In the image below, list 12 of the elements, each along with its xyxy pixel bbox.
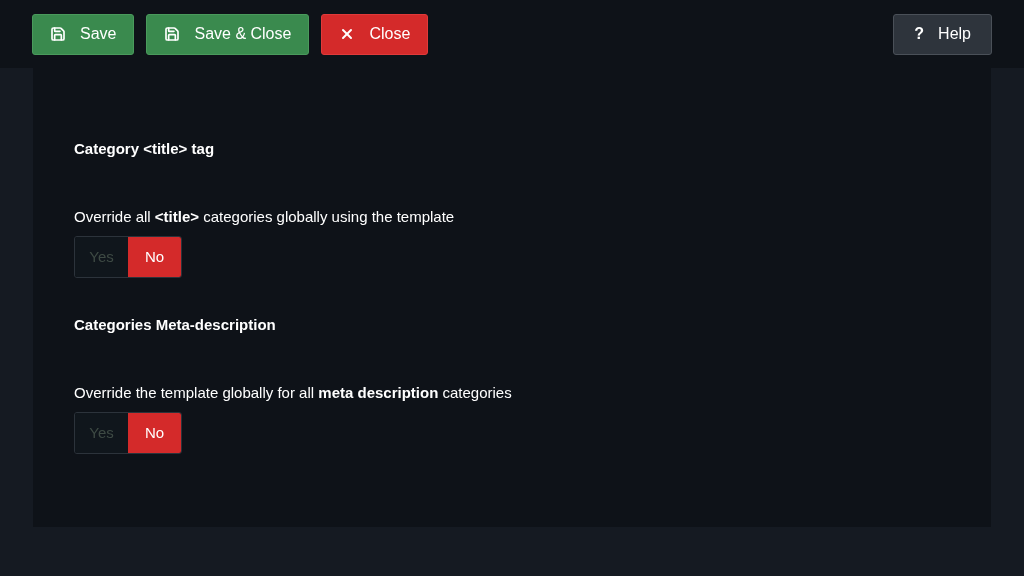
close-button[interactable]: Close (321, 13, 429, 55)
section-heading: Categories Meta-description (74, 315, 277, 335)
save-icon (50, 26, 66, 42)
help-button[interactable]: ? Help (893, 13, 992, 55)
toggle-option[interactable]: No (128, 413, 181, 453)
section-heading: Category <title> tag (74, 139, 216, 159)
save-button[interactable]: Save & Close (146, 13, 310, 55)
toggle-option[interactable]: No (128, 237, 181, 277)
save-icon (164, 26, 181, 42)
field-label: Override the template globally for all meta description categories (74, 382, 513, 403)
save-button[interactable]: Save (32, 13, 135, 55)
field-label: Override all <title> categories globally using the template (74, 206, 456, 227)
